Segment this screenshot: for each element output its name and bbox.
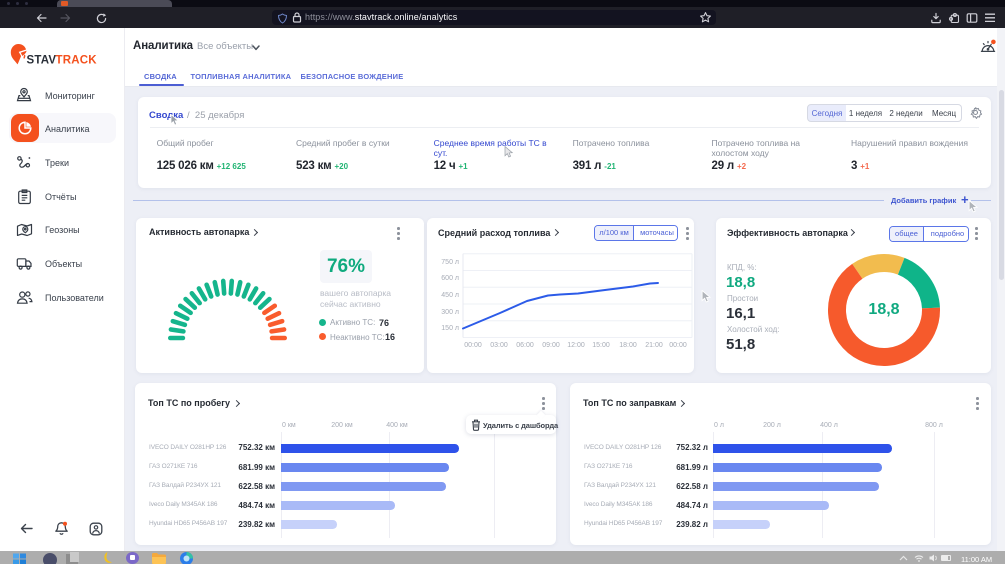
svg-text:STAV: STAV	[27, 55, 57, 67]
svg-text:TRACK: TRACK	[56, 55, 98, 67]
